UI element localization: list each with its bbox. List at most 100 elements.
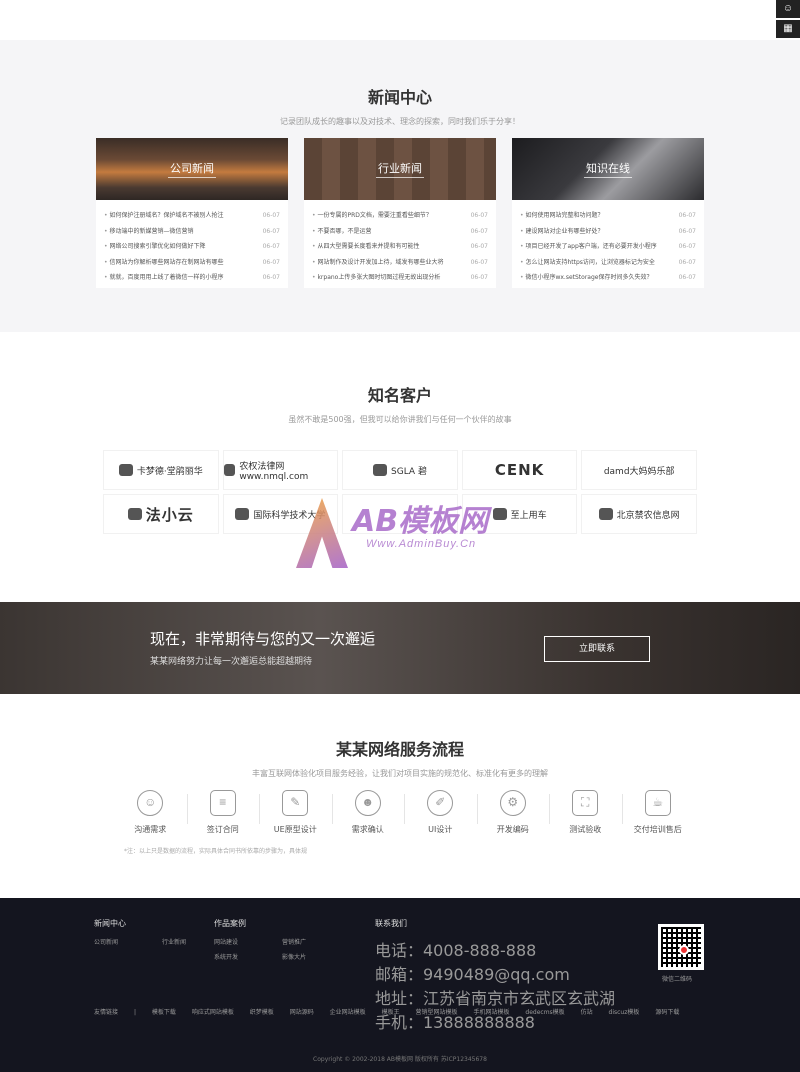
logo-mark-icon [118,464,133,476]
footer-cases-links: 网站建设 营销推广 系统开发 影像大片 [214,937,350,961]
cta-subtitle: 某某网络努力让每一次邂逅总能超越期待 [150,657,313,667]
process-step: ☺ 沟通需求 [114,790,187,835]
friend-link[interactable]: discuz模板 [609,1009,640,1016]
news-card-image[interactable]: 知识在线 [512,138,704,200]
client-logo-grid: 卡梦德·堂鹃丽华 农权法律网 www.nmql.com SGLA 碧 CENK … [103,450,697,534]
client-logo[interactable]: 卡梦德·堂鹃丽华 [103,450,219,490]
friend-link[interactable]: 模板下载 [152,1009,176,1016]
qrcode-icon[interactable]: ▦ [776,20,800,38]
clients-section: 知名客户 虽然不敢是500强，但我可以给你讲我们与任何一个伙伴的故事 卡梦德·堂… [0,332,800,602]
friend-link[interactable]: 企业网站模板 [330,1009,366,1016]
news-item[interactable]: 如何使用网站完整和功问题？06-07 [520,208,696,224]
news-item[interactable]: 信网站为你解析哪些网站存在制网站有哪些06-07 [104,255,280,271]
news-item[interactable]: 微信小程序wx.setStorage保存时间多久失效？06-07 [520,270,696,286]
friend-link[interactable]: 营销型网站模板 [416,1009,458,1016]
news-item[interactable]: 从四大型需要长度看来并提和有可能性06-07 [312,239,488,255]
process-step: ☻ 需求确认 [331,790,405,835]
clients-title: 知名客户 [367,386,432,405]
news-card-title[interactable]: 公司新闻 [168,160,216,178]
edit-icon: ✎ [282,790,309,816]
coffee-icon: ☕ [644,790,671,816]
news-item[interactable]: krpano上传多张大图时切图过程无故出现分析06-07 [312,270,488,286]
contract-icon: ≡ [209,790,236,816]
client-logo[interactable] [342,494,458,534]
qrcode-logo-icon [679,945,689,955]
news-item[interactable]: 移动端中的新媒营销—微信营销06-07 [104,224,280,240]
client-logo[interactable]: 北京禁农信息网 [581,494,697,534]
client-logo[interactable]: 国际科学技术大学 [222,494,339,534]
friend-link[interactable]: 织梦模板 [250,1009,274,1016]
process-note: *注：以上只是数据的流程，实际具体合同书所依靠的步骤为，具体规 [124,848,308,855]
wechat-qrcode [658,924,704,970]
client-logo[interactable]: 至上用车 [461,494,578,534]
client-logo[interactable]: 法小云 [103,494,219,534]
news-card-title[interactable]: 行业新闻 [376,160,424,178]
footer-link[interactable]: 影像大片 [282,952,350,961]
friend-link[interactable]: 模板王 [382,1009,400,1016]
process-subtitle: 丰富互联网体验化项目服务经验，让我们对项目实施的规范化、标准化有更多的理解 [252,769,548,778]
gear-icon: ⚙ [499,790,526,816]
news-item[interactable]: 建设网站对企业有哪些好处？06-07 [520,224,696,240]
qrcode-caption: 微信二维码 [662,976,693,983]
news-item[interactable]: 网站制作及设计开发加上待，域发有哪些业大将06-07 [312,255,488,271]
news-card-image[interactable]: 行业新闻 [304,138,496,200]
client-logo[interactable]: CENK [461,450,578,490]
news-subtitle: 记录团队成长的趣事以及对技术、理念的探索，同时我们乐于分享！ [280,117,520,126]
friend-link[interactable]: 响应式网站模板 [192,1009,234,1016]
friend-link[interactable]: 手机网站模板 [473,1009,509,1016]
news-card-image[interactable]: 公司新闻 [96,138,288,200]
news-card-title[interactable]: 知识在线 [584,160,632,178]
footer-link[interactable]: 公司新闻 [94,937,162,946]
process-step: ✎ UE原型设计 [259,790,332,835]
news-card-company: 公司新闻 如何保护注册域名？保护域名不被别人抢注06-07 移动端中的新媒营销—… [96,138,288,288]
news-item[interactable]: 如何保护注册域名？保护域名不被别人抢注06-07 [104,208,280,224]
news-item[interactable]: 不要否哪，不是运营06-07 [312,224,488,240]
process-step: ☕ 交付培训售后 [621,790,695,835]
footer-contact-title: 联系我们 [375,919,407,928]
news-item[interactable]: 项目已经开发了app客户端，还有必要开发小程序06-07 [520,239,696,255]
footer-link[interactable]: 网站建设 [214,937,282,946]
process-step: ⚙ 开发编码 [476,790,550,835]
client-logo[interactable]: damd大妈妈乐部 [581,450,697,490]
news-section: 新闻中心 记录团队成长的趣事以及对技术、理念的探索，同时我们乐于分享！ 公司新闻… [0,40,800,332]
process-step: ⛶ 测试验收 [549,790,622,835]
logo-mark-icon [235,508,250,520]
side-tools: ☺ ▦ [776,0,800,40]
client-logo[interactable]: 农权法律网 www.nmql.com [222,450,339,490]
news-item[interactable]: 一份专属的PRD文档，需要注重看些细节？06-07 [312,208,488,224]
friend-link[interactable]: dedecms模板 [525,1009,564,1016]
scan-icon: ⛶ [572,790,599,816]
news-list: 如何使用网站完整和功问题？06-07 建设网站对企业有哪些好处？06-07 项目… [512,200,704,286]
smile-icon: ☺ [137,790,164,816]
friend-link[interactable]: 源码下载 [655,1009,679,1016]
news-item[interactable]: 就就，百度用用上线了着微信一样的小程序06-07 [104,270,280,286]
news-item[interactable]: 怎么让网站支持https访问，让浏览器标记为安全06-07 [520,255,696,271]
logo-mark-icon [598,508,613,520]
footer-link[interactable]: 营销推广 [282,937,350,946]
chat-icon[interactable]: ☺ [776,0,800,18]
friend-link[interactable]: 仿站 [581,1009,593,1016]
footer-cases-col: 作品案例 网站建设 营销推广 系统开发 影像大片 [214,918,350,961]
logo-mark-icon [373,464,388,476]
contact-now-button[interactable]: 立即联系 [544,636,650,662]
logo-mark-icon [127,508,142,520]
logo-mark-icon [492,508,507,520]
news-item[interactable]: 网络公司搜索引擎优化如何做好下降06-07 [104,239,280,255]
friend-links-label: 友情链接 [94,1009,119,1016]
users-icon: ☻ [354,790,381,816]
clients-subtitle: 虽然不敢是500强，但我可以给你讲我们与任何一个伙伴的故事 [288,415,512,424]
client-logo[interactable]: SGLA 碧 [342,450,458,490]
logo-mark-icon [223,464,236,476]
footer-link[interactable]: 系统开发 [214,952,282,961]
palette-icon: ✐ [427,790,454,816]
cta-title: 现在，非常期待与您的又一次邂逅 [150,630,376,648]
footer-news-title: 新闻中心 [94,919,126,928]
news-card-knowledge: 知识在线 如何使用网站完整和功问题？06-07 建设网站对企业有哪些好处？06-… [512,138,704,288]
footer-news-col: 新闻中心 公司新闻 行业新闻 [94,918,230,946]
news-list: 如何保护注册域名？保护域名不被别人抢注06-07 移动端中的新媒营销—微信营销0… [96,200,288,286]
news-cards: 公司新闻 如何保护注册域名？保护域名不被别人抢注06-07 移动端中的新媒营销—… [96,138,704,288]
friend-link[interactable]: 网站源码 [290,1009,314,1016]
process-steps: ☺ 沟通需求 ≡ 签订合同 ✎ UE原型设计 ☻ 需求确认 ✐ UI设计 ⚙ 开发编码 ⛶ 测… [114,790,694,835]
copyright: Copyright © 2002-2018 AB模板网 版权所有 苏ICP123… [313,1056,487,1063]
footer-cases-title: 作品案例 [214,919,246,928]
